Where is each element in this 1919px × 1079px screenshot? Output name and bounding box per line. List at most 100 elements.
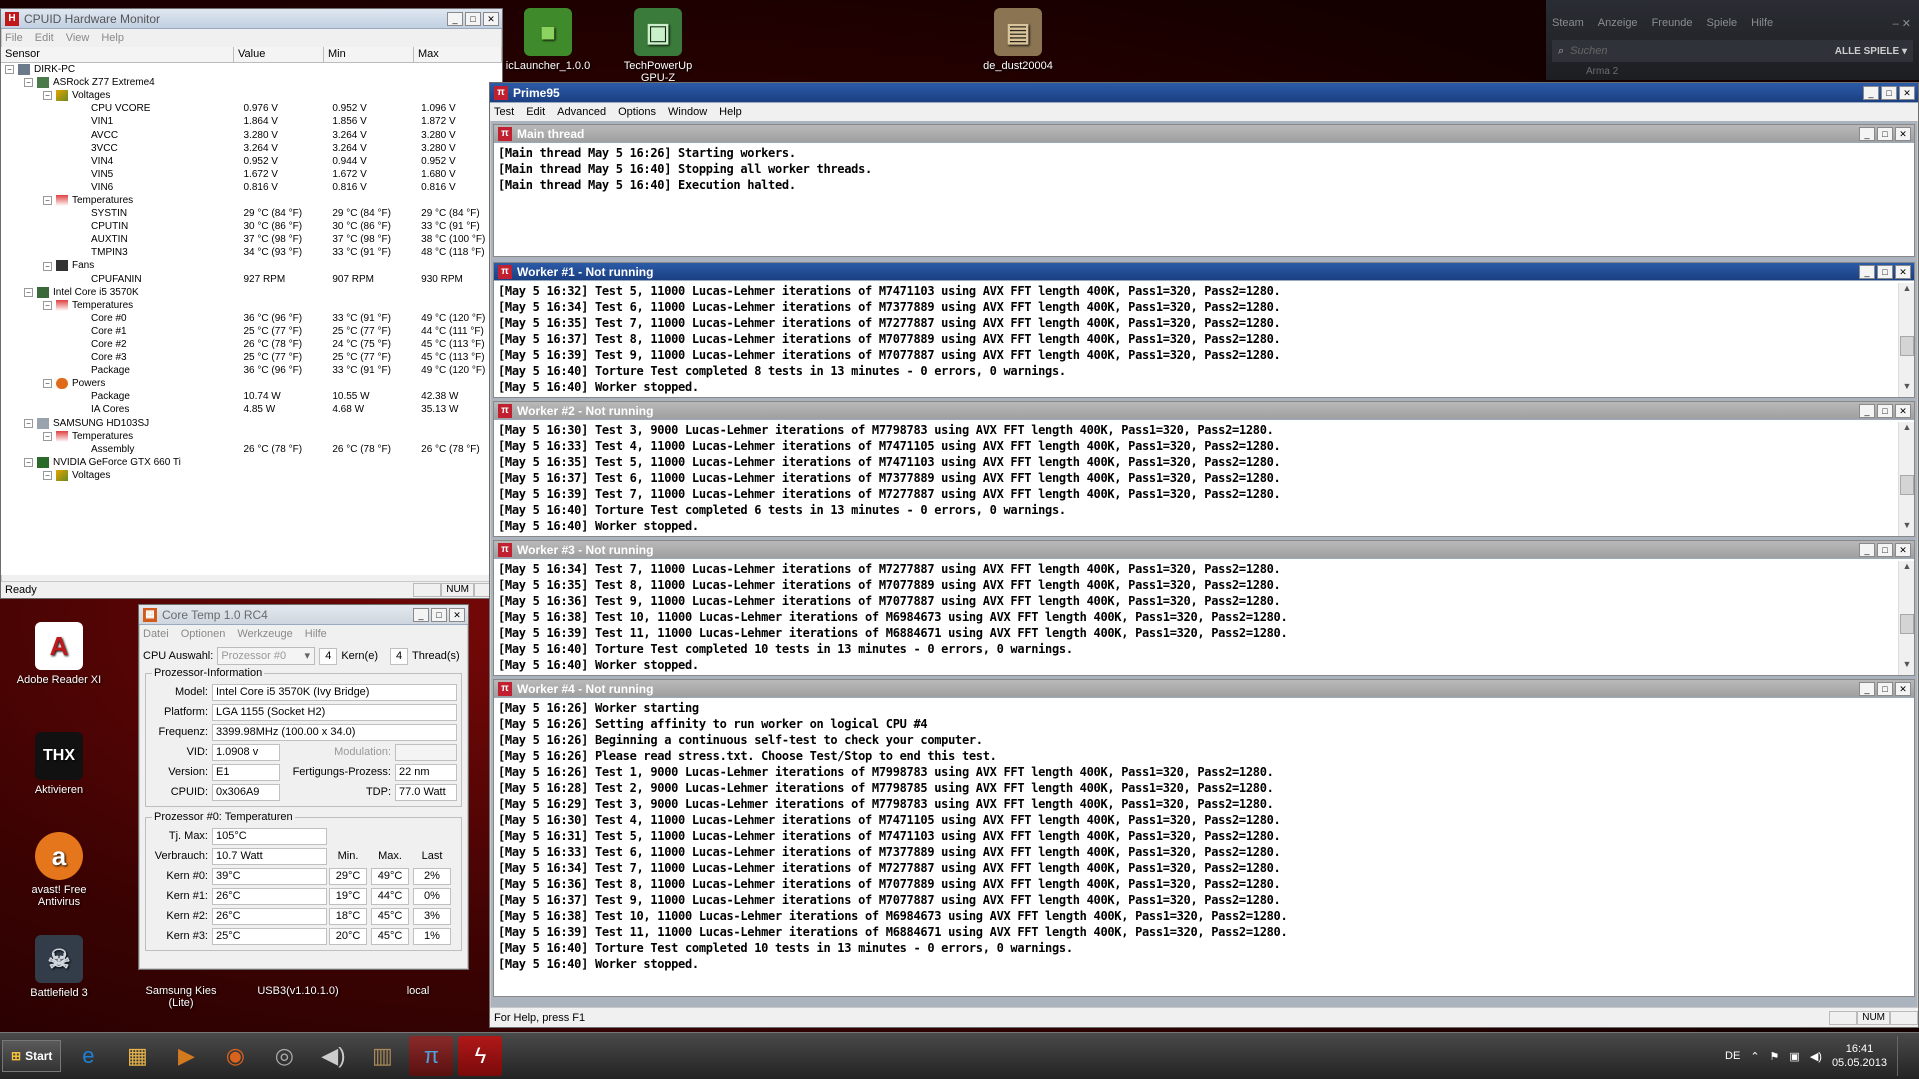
column-header-value[interactable]: Value — [234, 47, 324, 62]
volume-icon[interactable]: ◀) — [1810, 1050, 1822, 1063]
mdi-titlebar[interactable]: π Main thread _ □ ✕ — [494, 125, 1914, 143]
minimize-button[interactable]: _ — [1859, 681, 1875, 696]
log-output[interactable]: [May 5 16:34] Test 7, 11000 Lucas-Lehmer… — [494, 559, 1914, 675]
sensor-row[interactable]: VIN4 0.952 V 0.944 V 0.952 V — [1, 155, 502, 168]
sensor-group-row[interactable]: − Fans — [1, 259, 502, 272]
sensor-row[interactable]: CPUTIN 30 °C (86 °F) 30 °C (86 °F) 33 °C (9… — [1, 220, 502, 233]
sensor-row[interactable]: Core #0 36 °C (96 °F) 33 °C (91 °F) 49 °C (… — [1, 312, 502, 325]
minimize-button[interactable]: _ — [1859, 264, 1875, 279]
prime95-titlebar[interactable]: π Prime95 _ □ ✕ — [490, 83, 1918, 103]
sensor-group-row[interactable]: − Powers — [1, 377, 502, 390]
collapse-toggle-icon[interactable]: − — [24, 418, 33, 428]
log-output[interactable]: [Main thread May 5 16:26] Starting worke… — [494, 143, 1914, 256]
scroll-thumb[interactable] — [1900, 614, 1914, 634]
scroll-thumb[interactable] — [1900, 475, 1914, 495]
sensor-row[interactable]: VIN1 1.864 V 1.856 V 1.872 V — [1, 115, 502, 128]
desktop-icon-kies[interactable]: Samsung Kies (Lite) — [133, 985, 229, 1009]
menu-optionen[interactable]: Optionen — [181, 628, 226, 640]
taskbar-app-media[interactable]: ▶ — [164, 1036, 208, 1076]
menu-file[interactable]: File — [5, 32, 23, 44]
sensor-row[interactable]: CPUFANIN 927 RPM 907 RPM 930 RPM — [1, 273, 502, 286]
sensor-group-row[interactable]: − DIRK-PC — [1, 63, 502, 76]
collapse-toggle-icon[interactable]: − — [43, 379, 52, 389]
log-output[interactable]: [May 5 16:26] Worker starting [May 5 16:2… — [494, 698, 1914, 996]
tray-expand-icon[interactable]: ⌃ — [1750, 1050, 1759, 1063]
desktop-icon-avast[interactable]: a avast! Free Antivirus — [14, 832, 104, 908]
minimize-button[interactable]: _ — [447, 11, 463, 26]
close-button[interactable]: ✕ — [449, 607, 465, 622]
menu-edit[interactable]: Edit — [35, 32, 54, 44]
desktop-icon-thx[interactable]: THX Aktivieren — [14, 732, 104, 796]
close-button[interactable]: ✕ — [483, 11, 499, 26]
collapse-toggle-icon[interactable]: − — [5, 65, 14, 75]
scroll-up-icon[interactable]: ▲ — [1899, 422, 1915, 438]
column-header-sensor[interactable]: Sensor — [1, 47, 234, 62]
network-icon[interactable]: ▣ — [1789, 1050, 1799, 1063]
scroll-thumb[interactable] — [1900, 336, 1914, 356]
maximize-button[interactable]: □ — [1877, 403, 1893, 418]
maximize-button[interactable]: □ — [1877, 264, 1893, 279]
steam-filter-dropdown[interactable]: ALLE SPIELE ▾ — [1835, 46, 1913, 57]
close-button[interactable]: ✕ — [1895, 542, 1911, 557]
sensor-row[interactable]: TMPIN3 34 °C (93 °F) 33 °C (91 °F) 48 °C (1… — [1, 246, 502, 259]
menu-hilfe[interactable]: Hilfe — [305, 628, 327, 640]
sensor-row[interactable]: Package 10.74 W 10.55 W 42.38 W — [1, 390, 502, 403]
collapse-toggle-icon[interactable]: − — [24, 78, 33, 88]
taskbar-app-firefox[interactable]: ◉ — [213, 1036, 257, 1076]
column-header-max[interactable]: Max — [414, 47, 502, 62]
desktop-icon-gpuz[interactable]: ▣ TechPowerUp GPU-Z — [613, 8, 703, 84]
sensor-row[interactable]: VIN5 1.672 V 1.672 V 1.680 V — [1, 168, 502, 181]
sensor-row[interactable]: VIN6 0.816 V 0.816 V 0.816 V — [1, 181, 502, 194]
sensor-row[interactable]: IA Cores 4.85 W 4.68 W 35.13 W — [1, 403, 502, 416]
scroll-up-icon[interactable]: ▲ — [1899, 283, 1915, 299]
sensor-row[interactable]: Core #1 25 °C (77 °F) 25 °C (77 °F) 44 °C (… — [1, 325, 502, 338]
menu-options[interactable]: Options — [618, 106, 656, 118]
close-button[interactable]: ✕ — [1895, 264, 1911, 279]
taskbar-app-explorer[interactable]: ▦ — [115, 1036, 159, 1076]
action-center-flag-icon[interactable]: ⚑ — [1770, 1050, 1780, 1063]
desktop-icon-iclauncher[interactable]: ■ icLauncher_1.0.0 — [503, 8, 593, 72]
minimize-button[interactable]: _ — [1859, 126, 1875, 141]
menu-help[interactable]: Help — [101, 32, 124, 44]
cpu-select-dropdown[interactable]: Prozessor #0 ▾ — [217, 647, 316, 665]
taskbar-app-flash[interactable]: ϟ — [458, 1036, 503, 1076]
close-button[interactable]: ✕ — [1895, 403, 1911, 418]
taskbar-app-prime95[interactable]: π — [409, 1036, 454, 1076]
maximize-button[interactable]: □ — [1877, 542, 1893, 557]
steam-menu-item[interactable]: Hilfe — [1751, 17, 1773, 30]
maximize-button[interactable]: □ — [1877, 126, 1893, 141]
close-button[interactable]: ✕ — [1895, 681, 1911, 696]
maximize-button[interactable]: □ — [1881, 85, 1897, 100]
scroll-down-icon[interactable]: ▼ — [1899, 520, 1915, 536]
sensor-group-row[interactable]: − SAMSUNG HD103SJ — [1, 417, 502, 430]
collapse-toggle-icon[interactable]: − — [43, 471, 52, 481]
steam-menu-item[interactable]: Anzeige — [1598, 17, 1638, 30]
sensor-row[interactable]: Core #2 26 °C (78 °F) 24 °C (75 °F) 45 °C (… — [1, 338, 502, 351]
desktop-icon-adobe[interactable]: A Adobe Reader XI — [14, 622, 104, 686]
mdi-titlebar[interactable]: π Worker #3 - Not running _ □ ✕ — [494, 541, 1914, 559]
menu-werkzeuge[interactable]: Werkzeuge — [237, 628, 292, 640]
menu-datei[interactable]: Datei — [143, 628, 169, 640]
minimize-button[interactable]: _ — [1859, 403, 1875, 418]
sensor-group-row[interactable]: − Temperatures — [1, 194, 502, 207]
sensor-group-row[interactable]: − Temperatures — [1, 299, 502, 312]
clock[interactable]: 16:41 05.05.2013 — [1832, 1042, 1887, 1070]
collapse-toggle-icon[interactable]: − — [43, 196, 52, 206]
scroll-down-icon[interactable]: ▼ — [1899, 659, 1915, 675]
minimize-button[interactable]: _ — [413, 607, 429, 622]
collapse-toggle-icon[interactable]: − — [43, 91, 52, 101]
sensor-row[interactable]: Package 36 °C (96 °F) 33 °C (91 °F) 49 °C (… — [1, 364, 502, 377]
sensor-group-row[interactable]: − Temperatures — [1, 430, 502, 443]
vertical-scrollbar[interactable]: ▲ ▼ — [1898, 283, 1914, 397]
log-output[interactable]: [May 5 16:32] Test 5, 11000 Lucas-Lehmer… — [494, 281, 1914, 397]
taskbar-app-volume[interactable]: ◀) — [311, 1036, 355, 1076]
hwmonitor-titlebar[interactable]: H CPUID Hardware Monitor _ □ ✕ — [1, 9, 502, 29]
scroll-up-icon[interactable]: ▲ — [1899, 561, 1915, 577]
sensor-row[interactable]: AUXTIN 37 °C (98 °F) 37 °C (98 °F) 38 °C (1… — [1, 233, 502, 246]
show-desktop-button[interactable] — [1897, 1036, 1909, 1076]
sensor-row[interactable]: Core #3 25 °C (77 °F) 25 °C (77 °F) 45 °C (… — [1, 351, 502, 364]
vertical-scrollbar[interactable]: ▲ ▼ — [1898, 561, 1914, 675]
maximize-button[interactable]: □ — [431, 607, 447, 622]
sensor-row[interactable]: SYSTIN 29 °C (84 °F) 29 °C (84 °F) 29 °C (8… — [1, 207, 502, 220]
collapse-toggle-icon[interactable]: − — [43, 431, 52, 441]
